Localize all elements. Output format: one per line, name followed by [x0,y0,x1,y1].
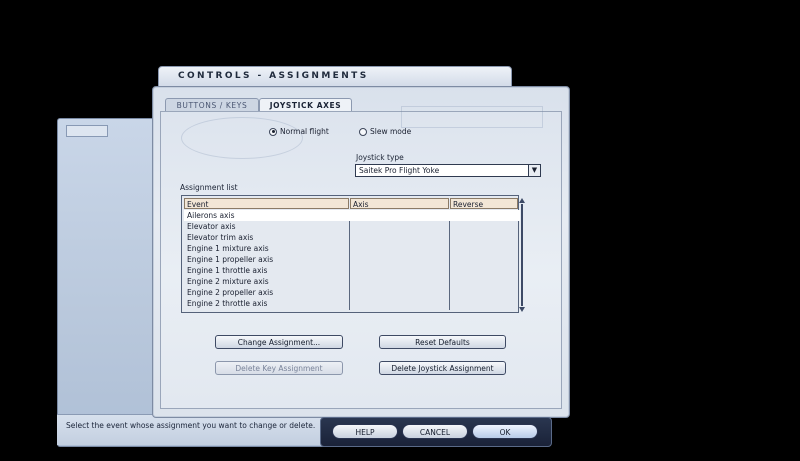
table-row[interactable]: Elevator trim axis [184,232,520,243]
cancel-button[interactable]: CANCEL [402,424,468,439]
slew-mode-radio[interactable]: Slew mode [359,127,411,136]
decorative-outline [401,106,543,128]
table-row[interactable]: Ailerons axis [184,210,520,221]
table-row[interactable]: Engine 2 throttle axis [184,298,520,309]
change-assignment-button[interactable]: Change Assignment... [215,335,343,349]
table-row[interactable]: Engine 2 propeller axis [184,287,520,298]
joystick-type-select[interactable]: Saitek Pro Flight Yoke ▼ [355,164,541,177]
column-header-event[interactable]: Event [184,198,349,209]
table-scrollbar[interactable] [519,198,525,312]
ok-button[interactable]: OK [472,424,538,439]
radio-selected-icon [269,127,277,136]
background-tab [66,125,108,137]
scroll-track[interactable] [521,204,523,306]
delete-joystick-assignment-button[interactable]: Delete Joystick Assignment [379,361,506,375]
normal-flight-radio[interactable]: Normal flight [269,127,329,136]
delete-key-assignment-button: Delete Key Assignment [215,361,343,375]
help-button[interactable]: HELP [332,424,398,439]
table-row[interactable]: Engine 1 propeller axis [184,254,520,265]
dialog-title: CONTROLS - ASSIGNMENTS [178,71,369,81]
normal-flight-label: Normal flight [280,127,329,136]
slew-mode-label: Slew mode [370,127,412,136]
dropdown-arrow-icon[interactable]: ▼ [528,165,540,176]
column-header-axis[interactable]: Axis [350,198,449,209]
scroll-up-arrow-icon[interactable] [519,198,525,203]
column-header-reverse[interactable]: Reverse [450,198,518,209]
table-row[interactable]: Elevator axis [184,221,520,232]
table-row[interactable]: Engine 1 throttle axis [184,265,520,276]
decorative-outline [181,117,303,159]
table-row[interactable]: Engine 2 mixture axis [184,276,520,287]
radio-unselected-icon [359,127,367,136]
scroll-down-arrow-icon[interactable] [519,307,525,312]
assignment-list-label: Assignment list [180,183,238,192]
reset-defaults-button[interactable]: Reset Defaults [379,335,506,349]
table-row[interactable]: Engine 1 mixture axis [184,243,520,254]
status-text: Select the event whose assignment you wa… [66,421,316,430]
joystick-type-label: Joystick type [356,153,404,162]
joystick-type-value: Saitek Pro Flight Yoke [359,166,440,175]
assignment-table: Event Axis Reverse Ailerons axis Elevato… [181,195,520,313]
